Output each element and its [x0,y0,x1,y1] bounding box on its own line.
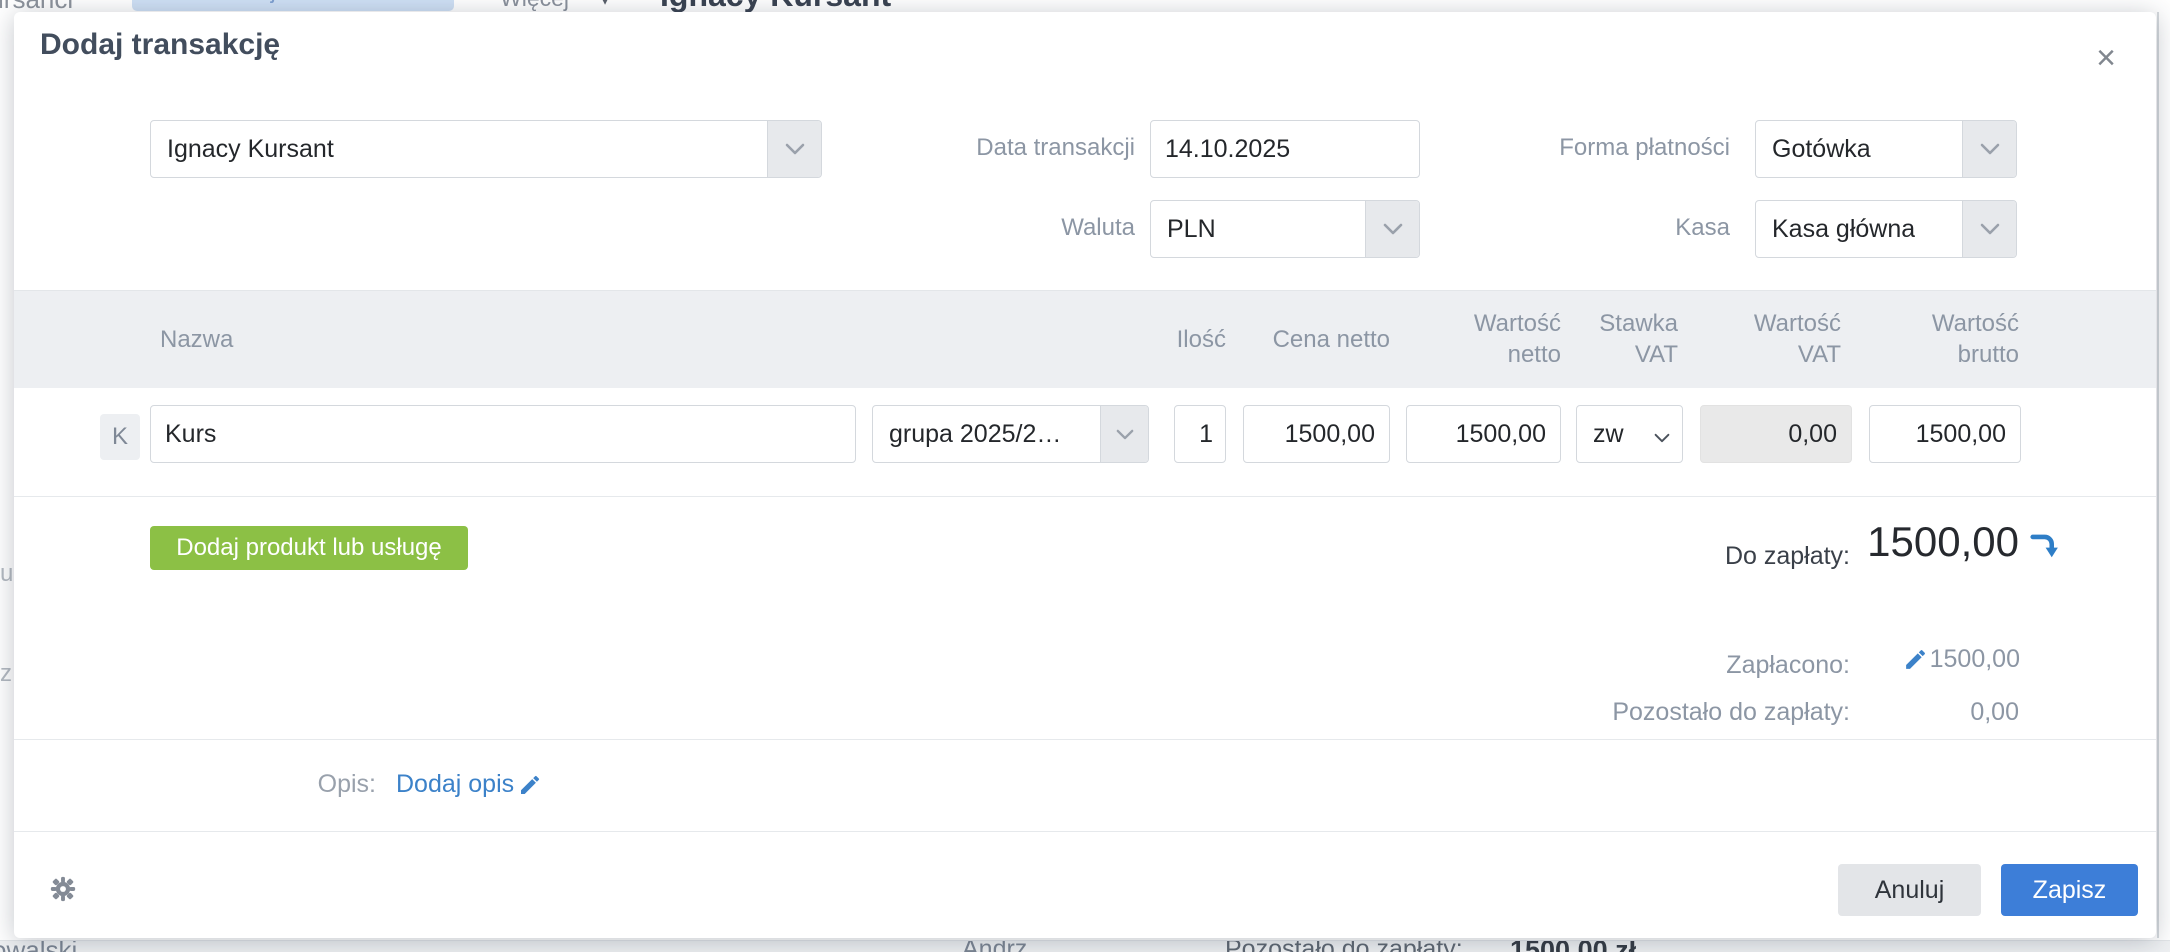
modal-title: Dodaj transakcję [40,28,280,62]
column-header-vat-value: Wartość VAT [1691,291,1841,370]
background-left-fragment: z [0,660,12,690]
item-gross-value-input[interactable] [1869,405,2021,463]
background-page-bottom: owalski Andrz Pozostało do zapłaty: 1500… [0,940,2170,952]
column-header-qty: Ilość [1076,291,1226,389]
item-vat-rate-select[interactable]: zw [1576,405,1683,463]
paid-value: 1500,00 [1930,645,2020,674]
item-type-badge: K [100,414,140,460]
chevron-down-icon [1654,430,1670,448]
cash-register-label: Kasa [1414,214,1730,242]
background-remaining-value: 1500,00 zł [1510,940,1636,952]
item-vat-rate-value: zw [1593,406,1624,462]
cancel-button[interactable]: Anuluj [1838,864,1981,916]
cash-register-value: Kasa główna [1772,201,1915,257]
column-header-vat-rate: Stawka VAT [1528,291,1678,370]
student-heading: Ignacy Kursant [660,0,891,12]
background-left-fragment: u [0,560,12,590]
payment-method-value: Gotówka [1772,121,1871,177]
paid-value-row: 1500,00 [1714,645,2020,674]
items-table-header: Nazwa Ilość Cena netto Wartość netto Sta… [14,290,2156,388]
add-student-label: Dodaj kursanta [216,0,371,3]
edit-pencil-icon[interactable] [1903,647,1928,672]
currency-select[interactable]: PLN [1150,200,1420,258]
chevron-down-icon[interactable] [1365,201,1419,257]
background-name-fragment: Andrz [962,940,1027,952]
chevron-down-icon[interactable] [1962,121,2016,177]
chevron-down-icon[interactable] [767,121,821,177]
due-value: 1500,00 [1719,518,2019,566]
edit-pencil-icon [518,773,542,797]
remaining-label: Pozostało do zapłaty: [1450,698,1850,727]
description-label: Opis: [226,770,376,799]
item-net-price-input[interactable] [1243,405,1390,463]
transaction-date-input[interactable] [1150,120,1420,178]
item-group-select[interactable]: grupa 2025/2… [872,405,1149,463]
background-page-top: Kursanci Dodaj kursanta Więcej ▾ Ignacy … [0,0,2170,12]
remaining-value: 0,00 [1869,698,2019,727]
arrow-turn-down-icon[interactable] [2028,530,2060,567]
date-label: Data transakcji [864,134,1135,162]
payment-method-select[interactable]: Gotówka [1755,120,2017,178]
payment-method-label: Forma płatności [1414,134,1730,162]
gear-icon[interactable] [50,876,76,902]
item-vat-value-input [1700,405,1852,463]
column-header-name: Nazwa [160,291,233,389]
add-student-button: Dodaj kursanta [132,0,454,11]
currency-value: PLN [1167,201,1216,257]
add-transaction-modal: Dodaj transakcję × Ignacy Kursant Data t… [14,12,2156,938]
add-description-link[interactable]: Dodaj opis [396,770,542,799]
save-button[interactable]: Zapisz [2001,864,2138,916]
footer-divider [14,831,2156,832]
close-icon[interactable]: × [2084,36,2128,80]
client-select-value: Ignacy Kursant [167,121,334,177]
chevron-down-icon[interactable] [1100,406,1148,462]
chevron-down-icon[interactable] [1962,201,2016,257]
item-net-value-input[interactable] [1406,405,1561,463]
add-product-button[interactable]: Dodaj produkt lub usługę [150,526,468,570]
more-menu-label: Więcej [500,0,569,12]
background-remaining-label: Pozostało do zapłaty: [1225,940,1463,952]
column-header-gross-value: Wartość brutto [1869,291,2019,370]
client-select[interactable]: Ignacy Kursant [150,120,822,178]
add-description-label: Dodaj opis [396,770,514,799]
item-qty-input[interactable] [1174,405,1226,463]
background-name-fragment: owalski [0,940,77,952]
item-group-value: grupa 2025/2… [889,406,1088,462]
section-divider [14,739,2156,740]
cash-register-select[interactable]: Kasa główna [1755,200,2017,258]
column-header-net-price: Cena netto [1210,291,1390,389]
background-tab-fragment: Kursanci [0,0,73,12]
item-name-input[interactable] [150,405,856,463]
row-divider [14,496,2156,497]
page-scrollbar[interactable] [2157,12,2159,938]
currency-label: Waluta [864,214,1135,242]
chevron-down-icon: ▾ [600,0,610,11]
